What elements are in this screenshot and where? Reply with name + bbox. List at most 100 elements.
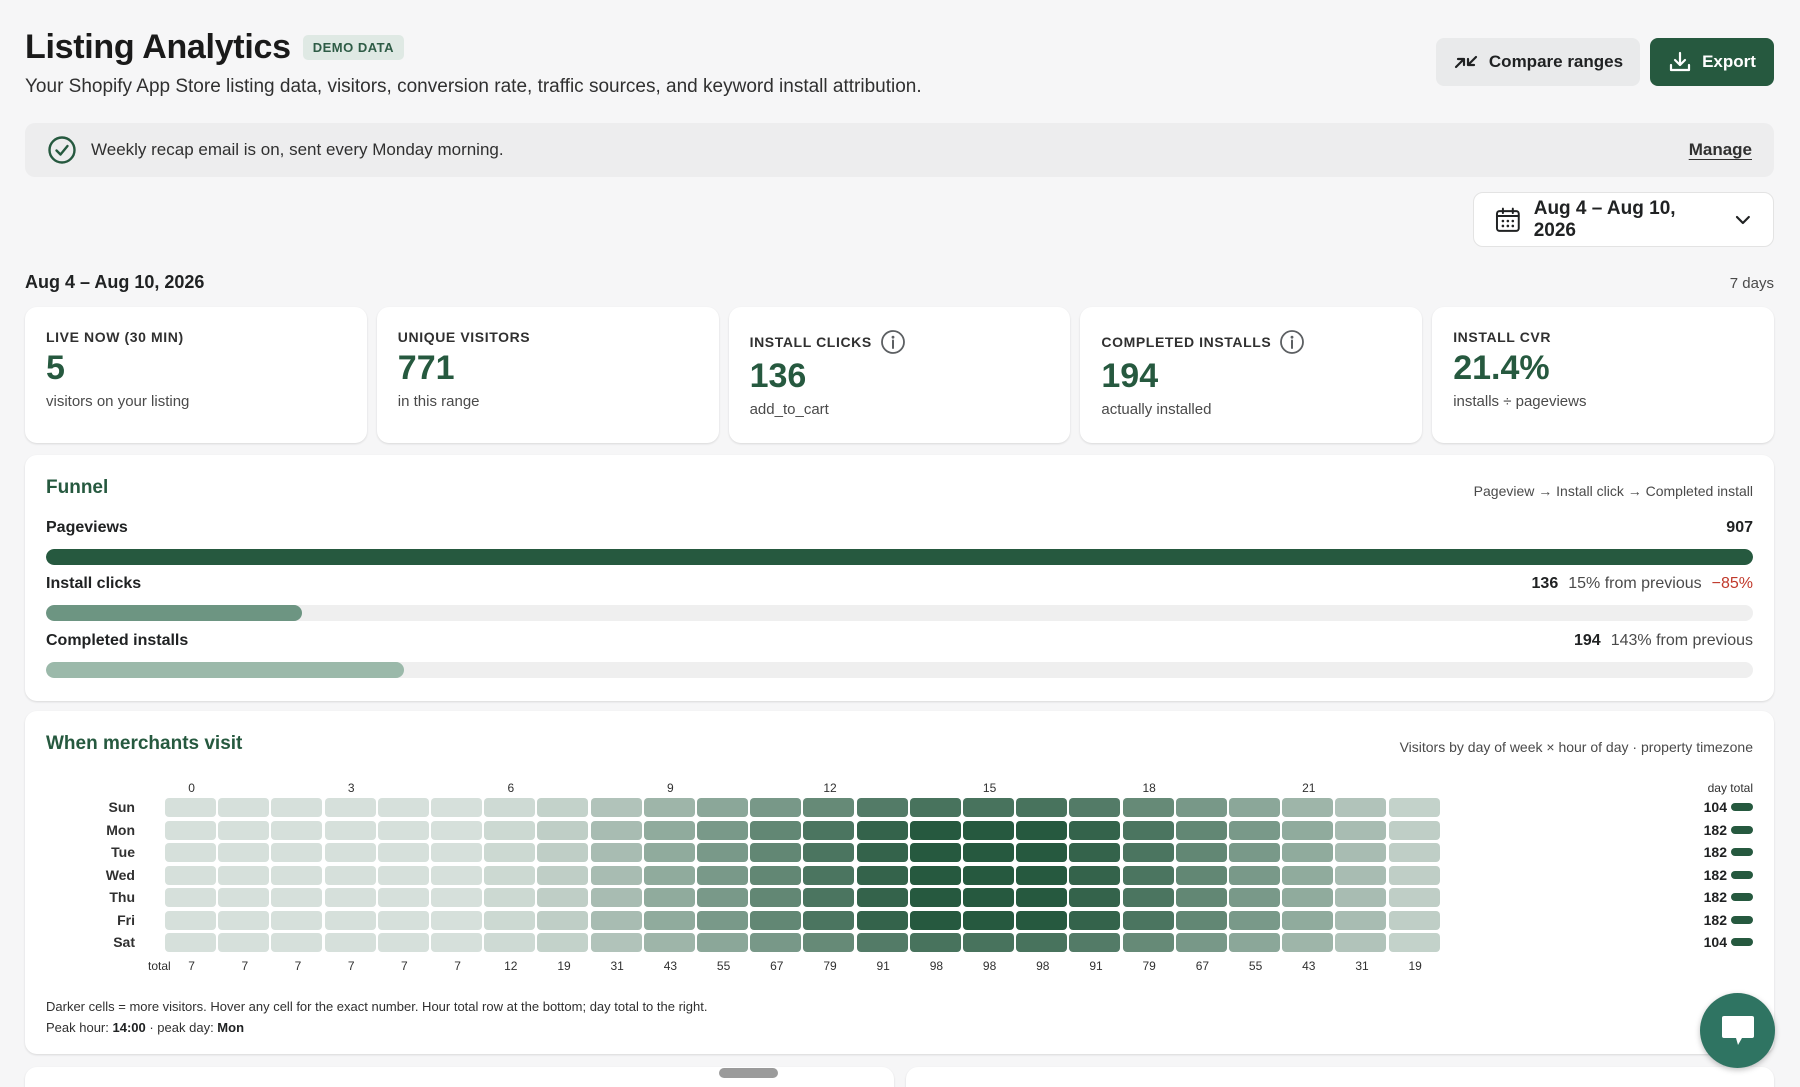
heatmap-cell[interactable] [590,820,642,840]
heatmap-cell[interactable] [324,843,376,862]
heatmap-cell[interactable] [1122,843,1174,862]
heatmap-cell[interactable] [643,910,695,930]
heatmap-cell[interactable] [963,865,1014,885]
heatmap-cell[interactable] [165,843,216,862]
heatmap-cell[interactable] [1175,820,1227,840]
heatmap-cell[interactable] [1282,843,1334,862]
heatmap-cell[interactable] [271,933,323,952]
info-icon[interactable] [880,329,906,355]
heatmap-cell[interactable] [909,888,961,907]
heatmap-cell[interactable] [377,910,429,930]
heatmap-cell[interactable] [1016,798,1068,817]
heatmap-cell[interactable] [377,888,429,907]
heatmap-cell[interactable] [750,910,802,930]
heatmap-cell[interactable] [697,888,748,907]
heatmap-cell[interactable] [1016,843,1068,862]
heatmap-cell[interactable] [1175,888,1227,907]
heatmap-cell[interactable] [1016,933,1068,952]
heatmap-cell[interactable] [1122,865,1174,885]
heatmap-cell[interactable] [803,910,855,930]
heatmap-cell[interactable] [431,910,482,930]
heatmap-cell[interactable] [856,888,908,907]
heatmap-cell[interactable] [1388,798,1440,817]
heatmap-cell[interactable] [1388,865,1440,885]
heatmap-cell[interactable] [218,820,270,840]
heatmap-cell[interactable] [1229,910,1280,930]
heatmap-cell[interactable] [590,933,642,952]
heatmap-cell[interactable] [643,933,695,952]
manage-link[interactable]: Manage [1689,140,1752,160]
heatmap-cell[interactable] [218,933,270,952]
heatmap-cell[interactable] [963,910,1014,930]
heatmap-cell[interactable] [537,843,589,862]
heatmap-cell[interactable] [590,910,642,930]
heatmap-cell[interactable] [165,820,216,840]
heatmap-cell[interactable] [909,933,961,952]
heatmap-cell[interactable] [1229,865,1280,885]
heatmap-cell[interactable] [537,820,589,840]
compare-ranges-button[interactable]: Compare ranges [1436,38,1640,86]
heatmap-cell[interactable] [484,933,536,952]
heatmap-cell[interactable] [963,888,1014,907]
heatmap-cell[interactable] [909,798,961,817]
heatmap-cell[interactable] [1388,820,1440,840]
heatmap-cell[interactable] [1175,798,1227,817]
heatmap-cell[interactable] [1229,820,1280,840]
heatmap-cell[interactable] [750,798,802,817]
heatmap-cell[interactable] [1335,820,1387,840]
heatmap-cell[interactable] [1069,820,1121,840]
scroll-handle[interactable] [719,1068,778,1078]
heatmap-cell[interactable] [697,933,748,952]
heatmap-cell[interactable] [909,910,961,930]
heatmap-cell[interactable] [271,910,323,930]
heatmap-cell[interactable] [1229,843,1280,862]
heatmap-cell[interactable] [431,820,482,840]
heatmap-cell[interactable] [271,865,323,885]
heatmap-cell[interactable] [1229,933,1280,952]
heatmap-cell[interactable] [1122,888,1174,907]
heatmap-cell[interactable] [377,865,429,885]
heatmap-cell[interactable] [856,843,908,862]
heatmap-cell[interactable] [484,798,536,817]
heatmap-cell[interactable] [1335,933,1387,952]
heatmap-cell[interactable] [1388,910,1440,930]
heatmap-cell[interactable] [324,865,376,885]
heatmap-cell[interactable] [1335,798,1387,817]
heatmap-cell[interactable] [484,843,536,862]
heatmap-cell[interactable] [963,843,1014,862]
heatmap-cell[interactable] [750,820,802,840]
heatmap-cell[interactable] [1388,933,1440,952]
heatmap-cell[interactable] [643,865,695,885]
heatmap-cell[interactable] [963,798,1014,817]
heatmap-cell[interactable] [697,843,748,862]
heatmap-cell[interactable] [218,865,270,885]
heatmap-cell[interactable] [643,820,695,840]
heatmap-cell[interactable] [590,865,642,885]
heatmap-cell[interactable] [218,910,270,930]
heatmap-cell[interactable] [590,798,642,817]
heatmap-cell[interactable] [856,820,908,840]
heatmap-cell[interactable] [431,843,482,862]
heatmap-cell[interactable] [750,865,802,885]
heatmap-cell[interactable] [271,888,323,907]
heatmap-cell[interactable] [218,843,270,862]
heatmap-cell[interactable] [1016,910,1068,930]
heatmap-cell[interactable] [1388,888,1440,907]
heatmap-cell[interactable] [271,820,323,840]
heatmap-cell[interactable] [1335,843,1387,862]
heatmap-cell[interactable] [803,820,855,840]
heatmap-cell[interactable] [1175,865,1227,885]
heatmap-cell[interactable] [590,888,642,907]
heatmap-cell[interactable] [803,798,855,817]
heatmap-cell[interactable] [697,798,748,817]
heatmap-cell[interactable] [856,798,908,817]
heatmap-cell[interactable] [1122,933,1174,952]
heatmap-cell[interactable] [1229,888,1280,907]
heatmap-cell[interactable] [1016,888,1068,907]
heatmap-cell[interactable] [324,933,376,952]
heatmap-cell[interactable] [643,798,695,817]
heatmap-cell[interactable] [1282,798,1334,817]
heatmap-cell[interactable] [484,910,536,930]
heatmap-cell[interactable] [856,933,908,952]
heatmap-cell[interactable] [1229,798,1280,817]
